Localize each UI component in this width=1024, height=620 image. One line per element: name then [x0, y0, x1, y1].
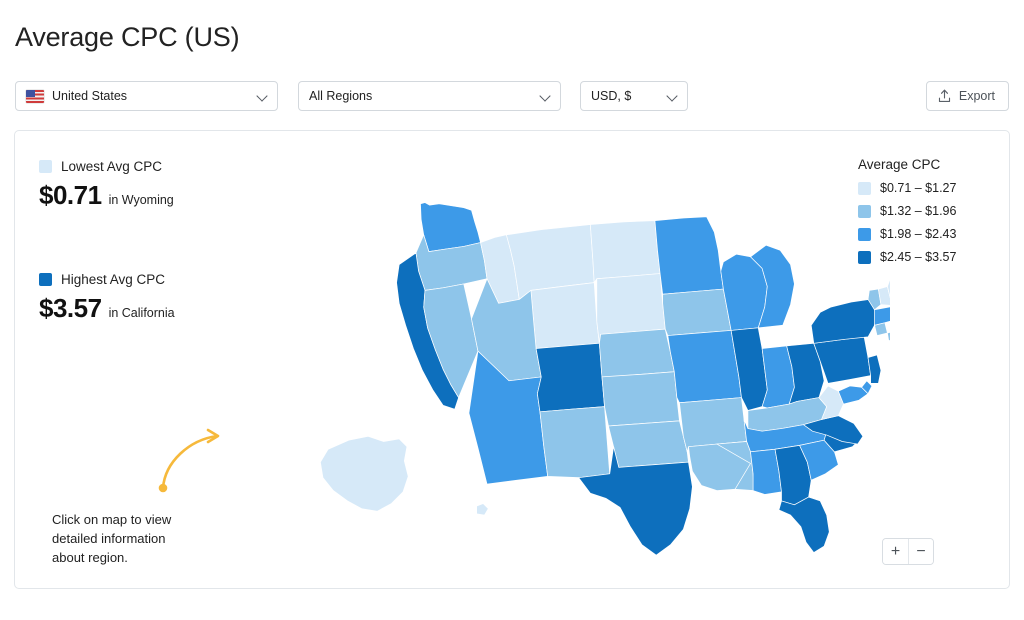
lowest-cpc-where: in Wyoming	[108, 193, 174, 207]
chevron-down-icon	[540, 91, 551, 102]
country-select-value: United States	[52, 89, 128, 103]
map-state-ia[interactable]	[662, 288, 732, 336]
map-hint-line-2: detailed information	[52, 531, 166, 546]
map-legend-label: $2.45 – $3.57	[880, 250, 957, 264]
map-hint-text: Click on map to view detailed informatio…	[52, 510, 232, 567]
map-legend-label: $1.32 – $1.96	[880, 204, 957, 218]
map-legend-swatch	[858, 250, 871, 264]
currency-select[interactable]: USD, $	[580, 81, 688, 111]
map-state-nj[interactable]	[867, 354, 882, 384]
map-state-fl[interactable]	[778, 496, 830, 553]
us-choropleth-map[interactable]	[270, 139, 890, 589]
map-hint-line-1: Click on map to view	[52, 512, 172, 527]
export-button[interactable]: Export	[925, 81, 1009, 111]
currency-select-value: USD, $	[591, 89, 632, 103]
map-state-nd[interactable]	[589, 220, 661, 283]
map-legend-swatch	[858, 204, 871, 218]
highest-cpc-swatch	[39, 273, 52, 286]
map-legend-item[interactable]: $1.98 – $2.43	[858, 227, 978, 241]
map-legend-label: $0.71 – $1.27	[880, 181, 957, 195]
region-select-value: All Regions	[309, 89, 373, 103]
map-legend-swatch	[858, 227, 871, 241]
map-state-ma[interactable]	[874, 306, 891, 326]
chevron-down-icon	[667, 91, 678, 102]
lowest-cpc-amount: $0.71	[39, 180, 102, 210]
map-state-mn[interactable]	[654, 216, 724, 295]
zoom-controls[interactable]: + −	[882, 538, 934, 565]
map-legend-swatch	[858, 181, 871, 195]
toolbar: United States All Regions USD, $ Export	[15, 81, 1009, 111]
map-state-ak[interactable]	[320, 435, 409, 512]
map-state-ne[interactable]	[599, 328, 675, 378]
hint-arrow-icon	[158, 428, 220, 493]
highest-cpc-block: Highest Avg CPC $3.57 in California	[39, 272, 249, 324]
highest-cpc-title: Highest Avg CPC	[61, 272, 166, 287]
map-legend: Average CPC $0.71 – $1.27 $1.32 – $1.96 $1…	[858, 157, 978, 273]
map-legend-item[interactable]: $0.71 – $1.27	[858, 181, 978, 195]
map-hint-line-3: about region.	[52, 550, 128, 565]
map-state-wy[interactable]	[530, 282, 600, 349]
chevron-down-icon	[257, 91, 268, 102]
lowest-cpc-swatch	[39, 160, 52, 173]
zoom-in-button[interactable]: +	[883, 539, 908, 564]
map-state-ks[interactable]	[601, 371, 680, 427]
map-legend-title: Average CPC	[858, 157, 941, 172]
export-button-label: Export	[958, 89, 995, 103]
map-state-hi[interactable]	[476, 503, 489, 516]
us-flag-icon	[26, 89, 44, 103]
country-select[interactable]: United States	[15, 81, 278, 111]
map-state-mo[interactable]	[667, 330, 742, 404]
page-title: Average CPC (US)	[15, 22, 240, 52]
map-legend-item[interactable]: $2.45 – $3.57	[858, 250, 978, 264]
map-state-wa[interactable]	[420, 202, 481, 252]
map-legend-label: $1.98 – $2.43	[880, 227, 957, 241]
lowest-cpc-title: Lowest Avg CPC	[61, 159, 163, 174]
zoom-out-button[interactable]: −	[908, 539, 933, 564]
highest-cpc-amount: $3.57	[39, 293, 102, 323]
map-legend-item[interactable]: $1.32 – $1.96	[858, 204, 978, 218]
map-state-ri[interactable]	[887, 331, 890, 342]
left-legend: Lowest Avg CPC $0.71 in Wyoming Highest …	[39, 159, 249, 324]
upload-icon	[938, 89, 950, 103]
highest-cpc-where: in California	[108, 306, 175, 320]
map-state-ok[interactable]	[608, 420, 689, 468]
lowest-cpc-block: Lowest Avg CPC $0.71 in Wyoming	[39, 159, 249, 211]
region-select[interactable]: All Regions	[298, 81, 561, 111]
map-state-nm[interactable]	[539, 406, 611, 479]
map-state-ny[interactable]	[810, 299, 878, 344]
map-state-co[interactable]	[535, 342, 605, 413]
map-card: Lowest Avg CPC $0.71 in Wyoming Highest …	[14, 130, 1010, 589]
